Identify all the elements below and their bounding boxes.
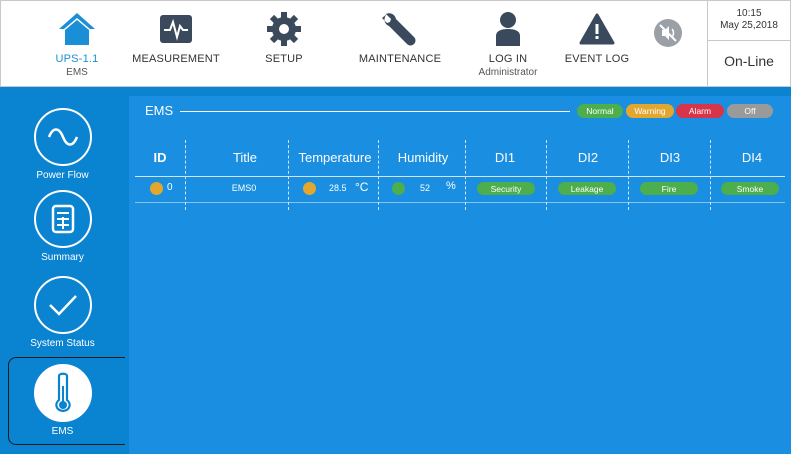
header-row-divider xyxy=(135,176,785,177)
nav-measurement-label: MEASUREMENT xyxy=(132,53,220,65)
column-header-title: Title xyxy=(232,150,258,165)
clock-time: 10:15 xyxy=(736,8,762,19)
column-header-humidity: Humidity xyxy=(397,150,449,165)
page-title: EMS xyxy=(145,103,174,118)
waveform-icon xyxy=(156,10,196,48)
column-separator xyxy=(185,140,186,210)
mute-button[interactable] xyxy=(648,0,688,87)
row-humidity-unit: % xyxy=(446,180,456,192)
di2-status-pill: Leakage xyxy=(558,182,616,195)
gear-icon xyxy=(264,10,304,48)
column-header-id: ID xyxy=(153,150,167,165)
nav-home-sublabel: EMS xyxy=(66,67,88,78)
column-separator xyxy=(288,140,289,210)
column-separator xyxy=(465,140,466,210)
row-temperature: 28.5 xyxy=(329,183,347,193)
column-separator xyxy=(628,140,629,210)
nav-measurement[interactable]: MEASUREMENT xyxy=(128,0,224,87)
home-icon xyxy=(57,10,97,48)
sidebar-item-power-flow[interactable]: Power Flow xyxy=(0,108,125,181)
humidity-status-indicator xyxy=(392,182,405,195)
title-rule xyxy=(180,111,570,112)
nav-maintenance-label: MAINTENANCE xyxy=(358,53,442,65)
nav-setup[interactable]: SETUP xyxy=(254,0,314,87)
di3-status-pill: Fire xyxy=(640,182,698,195)
column-header-di4: DI4 xyxy=(741,150,763,165)
system-status-text: On-Line xyxy=(724,53,774,69)
nav-login-label: LOG IN xyxy=(488,53,528,65)
row-divider xyxy=(135,202,785,203)
column-header-di3: DI3 xyxy=(659,150,681,165)
legend-off: Off xyxy=(727,104,773,118)
nav-login-user: Administrator xyxy=(478,67,538,78)
sidebar-selection-highlight xyxy=(8,357,131,445)
di1-status-pill: Security xyxy=(477,182,535,195)
column-separator xyxy=(546,140,547,210)
column-header-di1: DI1 xyxy=(494,150,516,165)
sidebar-item-label: Summary xyxy=(41,252,84,263)
row-humidity: 52 xyxy=(420,183,431,193)
nav-maintenance[interactable]: MAINTENANCE xyxy=(352,0,448,87)
id-status-indicator xyxy=(150,182,163,195)
mute-icon xyxy=(648,14,688,52)
clock-divider xyxy=(707,40,791,41)
sidebar-item-label: System Status xyxy=(30,338,95,349)
nav-event-log-label: EVENT LOG xyxy=(564,53,630,65)
nav-event-log[interactable]: EVENT LOG xyxy=(558,0,636,87)
temperature-status-indicator xyxy=(303,182,316,195)
sidebar-item-label: Power Flow xyxy=(36,170,89,181)
summary-icon xyxy=(33,190,92,248)
nav-login[interactable]: LOG IN Administrator xyxy=(470,0,546,87)
row-temperature-unit: °C xyxy=(355,180,369,194)
column-header-temperature: Temperature xyxy=(298,150,372,165)
legend-normal: Normal xyxy=(577,104,623,118)
column-header-di2: DI2 xyxy=(577,150,599,165)
nav-home[interactable]: UPS-1.1 EMS xyxy=(42,0,112,87)
nav-home-label: UPS-1.1 xyxy=(55,53,99,65)
column-separator xyxy=(378,140,379,210)
user-icon xyxy=(488,10,528,48)
row-title: EMS0 xyxy=(231,183,257,193)
legend-alarm: Alarm xyxy=(676,104,724,118)
wrench-icon xyxy=(380,10,420,48)
check-icon xyxy=(33,276,92,334)
legend-warning: Warning xyxy=(626,104,674,118)
row-id: 0 xyxy=(167,182,173,193)
column-separator xyxy=(710,140,711,210)
sidebar-item-summary[interactable]: Summary xyxy=(0,190,125,263)
di4-status-pill: Smoke xyxy=(721,182,779,195)
clock-date: May 25,2018 xyxy=(720,20,778,31)
warning-icon xyxy=(577,10,617,48)
power-flow-icon xyxy=(33,108,92,166)
sidebar-item-system-status[interactable]: System Status xyxy=(0,276,125,349)
nav-setup-label: SETUP xyxy=(265,53,303,65)
